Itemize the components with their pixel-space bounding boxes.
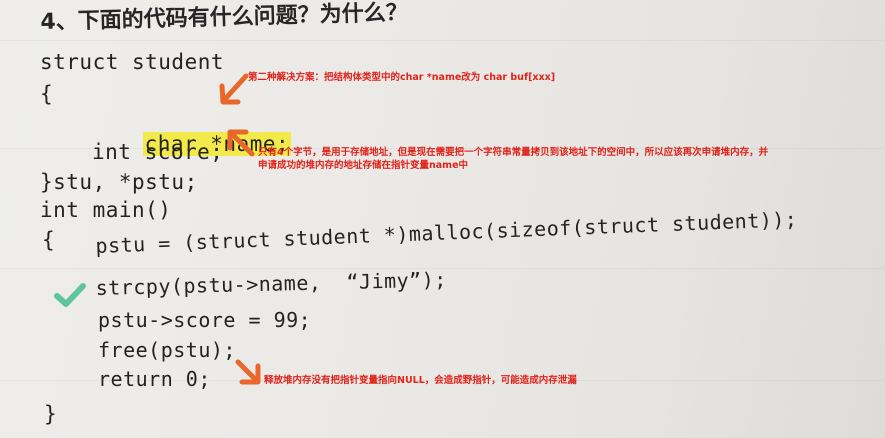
check-mark-icon (54, 283, 86, 307)
code-line-11: free(pstu); (98, 338, 236, 362)
pointer-note-line-1: 只有4个字节，是用于存储地址，但是现在需要把一个字符串常量拷贝到该地址下的空间中… (258, 147, 769, 158)
photo-page: 4、下面的代码有什么问题？为什么？ struct student { char … (0, 0, 885, 438)
orange-arrow-icon (235, 359, 261, 385)
solution-note: 第二种解决方案：把结构体类型中的char *name改为 char buf[xx… (248, 72, 556, 83)
code-line-8: pstu = (struct student *)malloc(sizeof(s… (95, 207, 798, 258)
code-line-6: int main() (40, 198, 172, 222)
code-line-4: int score; (92, 140, 224, 164)
code-line-10: pstu->score = 99; (98, 308, 312, 332)
free-note: 释放堆内存没有把指针变量指向NULL，会造成野指针，可能造成内存泄漏 (264, 375, 577, 386)
code-line-9: strcpy(pstu->name, “Jimy”); (95, 267, 448, 300)
code-line-1: struct student (40, 50, 225, 74)
code-line-7: { (42, 228, 56, 252)
code-line-12: return 0; (98, 367, 211, 391)
pointer-note-line-2: 申请成功的堆内存的地址存储在指针变量name中 (258, 160, 469, 171)
orange-arrow-icon (227, 129, 255, 157)
code-line-5: }stu, *pstu; (40, 170, 198, 194)
question-title: 4、下面的代码有什么问题？为什么？ (40, 0, 408, 35)
orange-arrow-icon (219, 73, 249, 105)
code-line-13: } (44, 402, 58, 426)
code-line-2: { (40, 82, 54, 106)
